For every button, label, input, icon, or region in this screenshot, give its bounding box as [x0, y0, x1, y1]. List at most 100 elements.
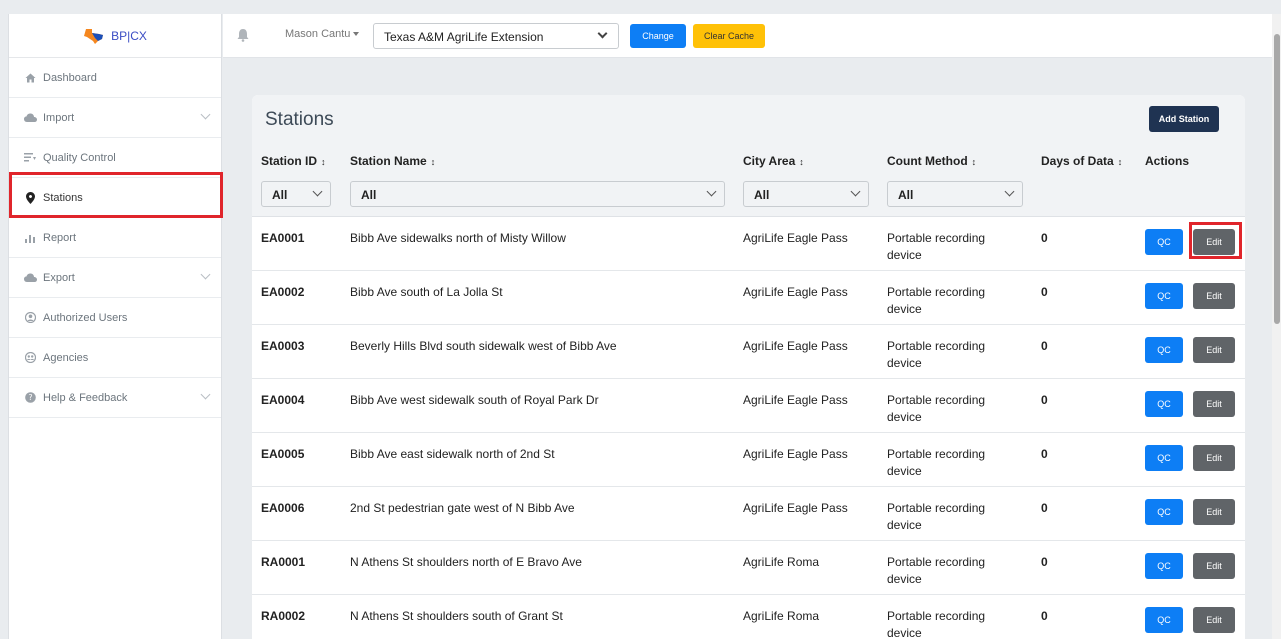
qc-button[interactable]: QC: [1145, 229, 1183, 255]
question-circle-icon: ?: [23, 392, 37, 403]
cell-city-area: AgriLife Roma: [743, 555, 820, 569]
brand[interactable]: BP|CX: [9, 14, 221, 58]
bar-chart-icon: [23, 233, 37, 243]
cell-days-of-data: 0: [1041, 609, 1048, 623]
header-days-of-data[interactable]: Days of Data ↕: [1041, 154, 1122, 168]
cell-count-method: Portable recording device: [887, 447, 986, 478]
edit-button[interactable]: Edit: [1193, 283, 1235, 309]
user-name: Mason Cantu: [285, 28, 351, 40]
edit-button[interactable]: Edit: [1193, 499, 1235, 525]
user-circle-icon: [23, 312, 37, 323]
table-row: EA0006 2nd St pedestrian gate west of N B…: [252, 487, 1245, 541]
header-city-area[interactable]: City Area ↕: [743, 154, 804, 168]
scrollbar-thumb[interactable]: [1274, 34, 1280, 324]
cell-station-id: RA0002: [261, 609, 306, 623]
cell-count-method: Portable recording device: [887, 285, 986, 316]
sidebar-item-help-feedback[interactable]: ? Help & Feedback: [9, 378, 221, 418]
cell-station-id: EA0004: [261, 393, 305, 407]
cloud-download-icon: [23, 273, 37, 282]
filter-count-method[interactable]: All: [887, 181, 1023, 207]
qc-button[interactable]: QC: [1145, 607, 1183, 633]
header-actions: Actions: [1145, 154, 1190, 168]
texas-logo-icon: [83, 28, 105, 44]
table-row: EA0003 Beverly Hills Blvd south sidewalk …: [252, 325, 1245, 379]
chevron-down-icon: [200, 389, 211, 400]
sidebar-item-agencies[interactable]: Agencies: [9, 338, 221, 378]
add-station-button[interactable]: Add Station: [1149, 106, 1219, 132]
organization-value: Texas A&M AgriLife Extension: [384, 30, 544, 44]
cell-city-area: AgriLife Eagle Pass: [743, 339, 848, 353]
chevron-down-icon: [597, 28, 608, 39]
cell-station-name: 2nd St pedestrian gate west of N Bibb Av…: [350, 501, 575, 515]
header-station-name-label: Station Name: [350, 154, 427, 168]
cell-days-of-data: 0: [1041, 555, 1048, 569]
cell-station-name: N Athens St shoulders north of E Bravo A…: [350, 555, 582, 569]
change-button[interactable]: Change: [630, 24, 686, 48]
sidebar-item-label: Help & Feedback: [43, 391, 128, 404]
chevron-down-icon: [312, 186, 323, 197]
edit-button[interactable]: Edit: [1193, 337, 1235, 363]
cell-station-name: Bibb Ave sidewalks north of Misty Willow: [350, 231, 566, 245]
chevron-down-icon: [706, 186, 717, 197]
sidebar-item-label: Report: [43, 231, 77, 244]
table-row: EA0004 Bibb Ave west sidewalk south of Ro…: [252, 379, 1245, 433]
user-menu[interactable]: Mason Cantu: [285, 28, 360, 40]
qc-button[interactable]: QC: [1145, 445, 1183, 471]
sidebar-item-label: Agencies: [43, 351, 89, 364]
sidebar-item-label: Export: [43, 271, 75, 284]
header-station-id[interactable]: Station ID ↕: [261, 154, 326, 168]
home-icon: [23, 73, 37, 83]
table-row: EA0002 Bibb Ave south of La Jolla St AgriL…: [252, 271, 1245, 325]
caret-down-icon: [353, 32, 360, 37]
filter-city-area[interactable]: All: [743, 181, 869, 207]
qc-button[interactable]: QC: [1145, 337, 1183, 363]
sidebar-item-label: Authorized Users: [43, 311, 128, 324]
bell-icon[interactable]: [237, 28, 249, 42]
edit-button[interactable]: Edit: [1193, 607, 1235, 633]
cell-days-of-data: 0: [1041, 393, 1048, 407]
cell-station-name: Bibb Ave south of La Jolla St: [350, 285, 503, 299]
clear-cache-button[interactable]: Clear Cache: [693, 24, 765, 48]
header-station-name[interactable]: Station Name ↕: [350, 154, 435, 168]
cell-days-of-data: 0: [1041, 285, 1048, 299]
filter-list-icon: [23, 153, 37, 162]
filter-station-name[interactable]: All: [350, 181, 725, 207]
table-row: RA0002 N Athens St shoulders south of Gra…: [252, 595, 1245, 639]
cell-count-method: Portable recording device: [887, 609, 986, 639]
qc-button[interactable]: QC: [1145, 499, 1183, 525]
edit-button[interactable]: Edit: [1193, 229, 1235, 255]
sort-icon: ↕: [799, 157, 804, 167]
header-count-method[interactable]: Count Method ↕: [887, 154, 976, 168]
filter-station-id[interactable]: All: [261, 181, 331, 207]
cell-count-method: Portable recording device: [887, 231, 986, 262]
topbar: Mason Cantu Texas A&M AgriLife Extension…: [223, 14, 1281, 58]
cell-city-area: AgriLife Roma: [743, 609, 820, 623]
sort-icon: ↕: [1117, 157, 1123, 167]
sort-icon: ↕: [321, 157, 326, 167]
edit-button[interactable]: Edit: [1193, 553, 1235, 579]
sidebar-item-export[interactable]: Export: [9, 258, 221, 298]
qc-button[interactable]: QC: [1145, 391, 1183, 417]
map-marker-icon: [23, 191, 37, 204]
sidebar-item-authorized-users[interactable]: Authorized Users: [9, 298, 221, 338]
edit-button[interactable]: Edit: [1193, 445, 1235, 471]
cell-station-id: EA0002: [261, 285, 305, 299]
cell-days-of-data: 0: [1041, 231, 1048, 245]
edit-button[interactable]: Edit: [1193, 391, 1235, 417]
sidebar-item-stations[interactable]: Stations: [9, 178, 221, 218]
sidebar-item-import[interactable]: Import: [9, 98, 221, 138]
qc-button[interactable]: QC: [1145, 553, 1183, 579]
qc-button[interactable]: QC: [1145, 283, 1183, 309]
sidebar-item-report[interactable]: Report: [9, 218, 221, 258]
chevron-down-icon: [200, 269, 211, 280]
chevron-down-icon: [1004, 186, 1015, 197]
organization-select[interactable]: Texas A&M AgriLife Extension: [373, 23, 619, 49]
sidebar-item-quality-control[interactable]: Quality Control: [9, 138, 221, 178]
cell-city-area: AgriLife Eagle Pass: [743, 501, 848, 515]
cell-days-of-data: 0: [1041, 501, 1048, 515]
sidebar-item-dashboard[interactable]: Dashboard: [9, 58, 221, 98]
sort-icon: ↕: [430, 157, 436, 167]
page-scrollbar[interactable]: [1272, 14, 1281, 639]
page-title: Stations: [265, 109, 334, 130]
stations-card: Stations Add Station Station ID ↕ Station…: [252, 95, 1245, 639]
